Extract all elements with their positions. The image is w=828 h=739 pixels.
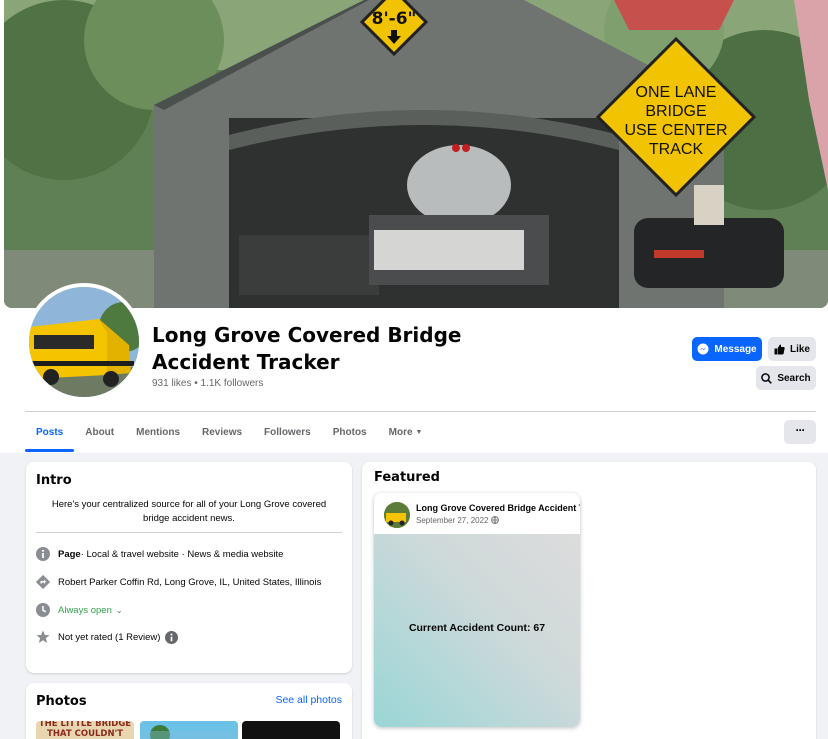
photos-card: Photos See all photos THE LITTLE BRIDGE …	[26, 683, 352, 739]
messenger-icon	[697, 343, 709, 355]
sign-line-4: TRACK	[649, 141, 704, 158]
tab-more[interactable]: More ▼	[378, 412, 434, 452]
like-button[interactable]: Like	[768, 337, 816, 361]
tab-mentions[interactable]: Mentions	[125, 412, 191, 452]
page-stats[interactable]: 931 likes • 1.1K followers	[152, 378, 263, 389]
tab-photos-label: Photos	[332, 426, 367, 438]
page-title: Long Grove Covered Bridge Accident Track…	[152, 323, 462, 374]
cover-photo[interactable]: 8'-6" ONE LANE BRIDGE USE CENTER TRACK	[4, 0, 828, 308]
tab-posts[interactable]: Posts	[25, 412, 75, 452]
featured-post[interactable]: Long Grove Covered Bridge Accident Track…	[374, 493, 580, 727]
category-prefix: Page	[58, 548, 81, 560]
hours-text: Always open	[58, 604, 112, 616]
search-button[interactable]: Search	[756, 366, 816, 390]
tab-about[interactable]: About	[74, 412, 125, 452]
post-body: Current Accident Count: 67	[374, 534, 580, 727]
search-icon	[761, 372, 773, 384]
address-text: Robert Parker Coffin Rd, Long Grove, IL,…	[58, 576, 322, 588]
photo-thumbnail[interactable]: THE LITTLE BRIDGE THAT COULDN'T	[36, 721, 134, 739]
caret-down-icon: ▼	[415, 428, 423, 436]
tab-followers-label: Followers	[264, 426, 311, 438]
sign-line-3: USE CENTER	[624, 122, 727, 139]
intro-description: Here's your centralized source for all o…	[51, 499, 327, 524]
sign-line-1: ONE LANE	[636, 84, 717, 101]
chevron-down-icon: ⌄	[115, 605, 123, 615]
message-button[interactable]: Message	[692, 337, 762, 361]
clock-icon	[36, 603, 50, 617]
intro-divider	[36, 532, 342, 533]
rating-text: Not yet rated (1 Review)	[58, 631, 161, 643]
thumbnail-caption: THE LITTLE BRIDGE THAT COULDN'T	[38, 721, 132, 739]
info-icon	[36, 547, 50, 561]
address-row[interactable]: Robert Parker Coffin Rd, Long Grove, IL,…	[36, 575, 321, 589]
sign-line-2: BRIDGE	[645, 103, 706, 120]
more-options-button[interactable]: ···	[784, 420, 816, 444]
photo-thumbnail[interactable]	[242, 721, 340, 739]
globe-icon	[490, 516, 499, 524]
post-author[interactable]: Long Grove Covered Bridge Accident Track…	[416, 503, 580, 513]
featured-heading: Featured	[374, 470, 440, 485]
tab-more-label: More	[388, 426, 413, 438]
tab-photos[interactable]: Photos	[322, 412, 378, 452]
intro-heading: Intro	[36, 473, 72, 488]
hours-row[interactable]: Always open ⌄	[36, 603, 123, 617]
photo-thumbnail[interactable]	[140, 721, 238, 739]
directions-icon	[36, 575, 50, 589]
tab-about-label: About	[85, 426, 115, 438]
search-label: Search	[777, 372, 811, 384]
page-tabs: Posts About Mentions Reviews Followers P…	[25, 412, 433, 452]
category-row: Page · Local & travel website · News & m…	[36, 547, 283, 561]
see-all-photos-link[interactable]: See all photos	[275, 694, 342, 706]
photos-heading: Photos	[36, 694, 87, 709]
post-header: Long Grove Covered Bridge Accident Track…	[374, 493, 580, 534]
rating-row: Not yet rated (1 Review)	[36, 630, 179, 644]
category-text: · Local & travel website · News & media …	[80, 548, 284, 560]
message-label: Message	[714, 343, 757, 355]
post-text: Current Accident Count: 67	[408, 622, 546, 634]
featured-card: Featured Long Grove Covered Bridge Accid…	[362, 462, 816, 739]
rating-info-icon[interactable]	[165, 630, 179, 644]
tab-mentions-label: Mentions	[136, 426, 181, 438]
tab-reviews-label: Reviews	[202, 426, 243, 438]
thumbs-up-icon	[774, 344, 785, 354]
like-label: Like	[789, 343, 810, 355]
post-avatar[interactable]	[384, 502, 410, 528]
intro-card: Intro Here's your centralized source for…	[26, 462, 352, 673]
post-date-text: September 27, 2022	[416, 516, 489, 525]
page-avatar[interactable]	[25, 283, 143, 401]
tab-reviews[interactable]: Reviews	[191, 412, 253, 452]
tab-posts-label: Posts	[36, 426, 64, 438]
star-icon	[36, 630, 50, 643]
post-date[interactable]: September 27, 2022	[416, 516, 499, 525]
clearance-sign-text: 8'-6"	[372, 9, 417, 29]
tab-followers[interactable]: Followers	[253, 412, 322, 452]
